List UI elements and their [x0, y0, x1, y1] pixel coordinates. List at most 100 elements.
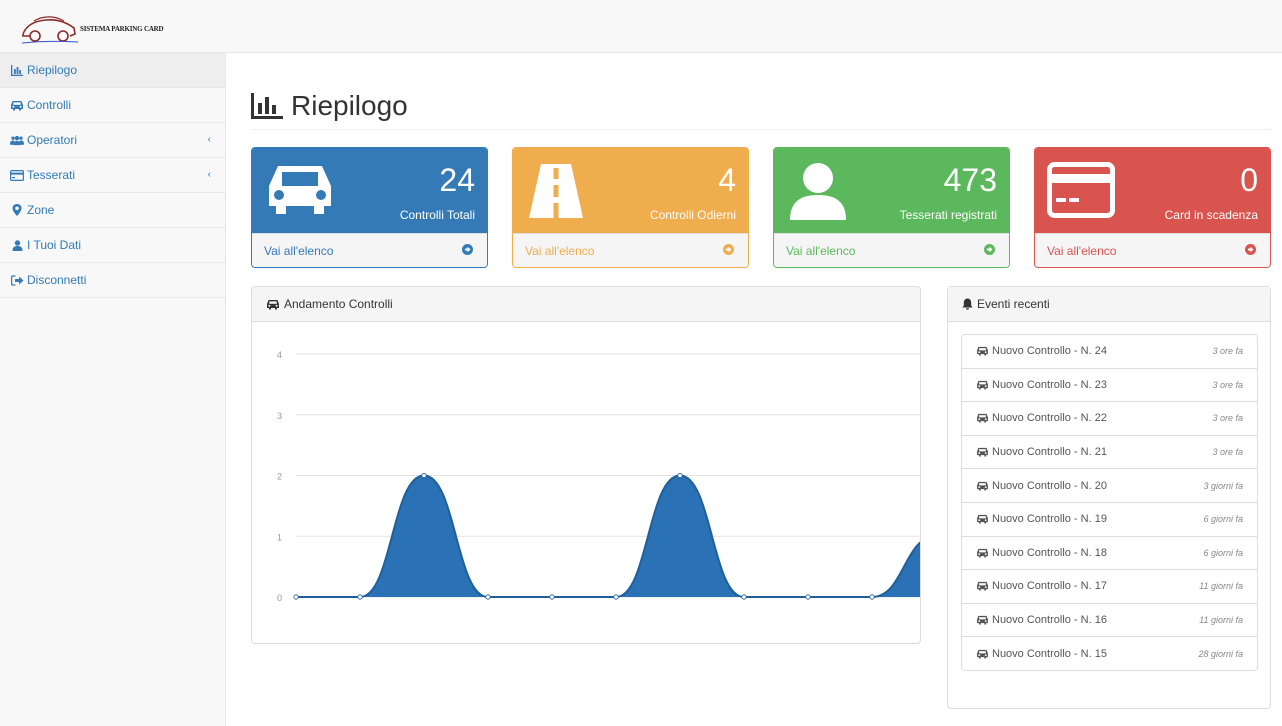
- chart-panel-header: Andamento Controlli: [252, 287, 920, 322]
- brand-logo[interactable]: SISTEMA PARKING CARD: [20, 10, 180, 48]
- stat-card-controlli-odierni: 4 Controlli Odierni Vai all'elenco: [512, 147, 749, 268]
- credit-card-icon: [1047, 162, 1115, 221]
- event-item[interactable]: Nuovo Controllo - N. 24 3 ore fa: [961, 334, 1258, 369]
- arrow-circle-right-icon: [1245, 244, 1256, 258]
- event-time: 3 giorni fa: [1203, 480, 1243, 491]
- stat-card-controlli-totali: 24 Controlli Totali Vai all'elenco: [251, 147, 488, 268]
- car-icon: [977, 548, 988, 558]
- event-label: Nuovo Controllo - N. 23: [976, 379, 1107, 391]
- users-icon: [10, 135, 24, 146]
- car-icon: [977, 582, 988, 591]
- data-point: [613, 594, 619, 600]
- chart-panel: Andamento Controlli 0 1 2 3 4: [251, 286, 921, 644]
- sidebar-item-controlli[interactable]: Controlli: [0, 88, 225, 123]
- event-item[interactable]: Nuovo Controllo - N. 17 11 giorni fa: [961, 569, 1258, 604]
- sidebar-item-label: Controlli: [27, 98, 72, 112]
- event-label: Nuovo Controllo - N. 22: [976, 412, 1107, 424]
- area-chart: 0 1 2 3 4: [277, 350, 920, 603]
- chevron-left-icon[interactable]: ‹: [208, 134, 211, 145]
- arrow-circle-right-icon: [984, 244, 995, 258]
- event-label: Nuovo Controllo - N. 21: [976, 446, 1107, 458]
- page-title: Riepilogo: [251, 90, 408, 122]
- event-item[interactable]: Nuovo Controllo - N. 16 11 giorni fa: [961, 602, 1258, 638]
- arrow-circle-right-icon: [462, 244, 473, 258]
- stat-value: 4: [718, 162, 736, 198]
- event-label-text: Nuovo Controllo - N. 15: [992, 647, 1107, 660]
- stat-label: Card in scadenza: [1164, 208, 1258, 222]
- event-time: 28 giorni fa: [1198, 648, 1243, 659]
- stat-label: Controlli Odierni: [649, 208, 736, 222]
- y-tick-label: 1: [277, 532, 282, 542]
- bell-icon: [962, 298, 973, 310]
- event-time: 3 ore fa: [1212, 447, 1243, 458]
- sidebar-item-disconnetti[interactable]: Disconnetti: [0, 263, 225, 298]
- map-marker-icon: [10, 204, 24, 216]
- view-list-label: Vai all'elenco: [1047, 244, 1117, 258]
- event-item[interactable]: Nuovo Controllo - N. 19 6 giorni fa: [961, 501, 1258, 537]
- event-item[interactable]: Nuovo Controllo - N. 15 28 giorni fa: [961, 636, 1258, 671]
- event-label: Nuovo Controllo - N. 17: [976, 580, 1107, 592]
- car-icon: [977, 615, 988, 625]
- car-icon: [977, 481, 988, 491]
- car-icon: [267, 299, 279, 309]
- y-tick-label: 4: [277, 350, 282, 360]
- stat-value: 0: [1240, 162, 1258, 198]
- events-panel: Eventi recenti Nuovo Controllo - N. 24 3 …: [947, 286, 1271, 709]
- car-icon: [977, 447, 988, 457]
- event-time: 3 ore fa: [1212, 413, 1243, 424]
- view-list-link[interactable]: Vai all'elenco: [1035, 233, 1270, 267]
- sidebar-item-label: Operatori: [27, 133, 78, 147]
- logo-text: SISTEMA PARKING CARD: [80, 25, 164, 33]
- stat-label: Controlli Totali: [399, 208, 475, 222]
- sidebar-item-operatori[interactable]: Operatori ‹: [0, 123, 225, 158]
- stat-label: Tesserati registrati: [899, 208, 997, 222]
- data-point: [677, 472, 683, 479]
- credit-card-icon: [10, 169, 24, 181]
- y-tick-label: 2: [277, 472, 282, 482]
- car-icon: [264, 162, 336, 223]
- sidebar-item-tesserati[interactable]: Tesserati ‹: [0, 158, 225, 193]
- event-time: 3 ore fa: [1212, 346, 1243, 357]
- view-list-link[interactable]: Vai all'elenco: [774, 233, 1009, 267]
- chevron-left-icon[interactable]: ‹: [208, 169, 211, 180]
- car-logo-icon: [21, 16, 78, 44]
- event-time: 11 giorni fa: [1199, 581, 1243, 592]
- stat-value: 24: [439, 162, 475, 198]
- y-tick-label: 0: [277, 593, 282, 603]
- sidebar-item-zone[interactable]: Zone: [0, 193, 225, 228]
- event-label: Nuovo Controllo - N. 18: [976, 547, 1107, 559]
- data-point: [485, 594, 491, 600]
- event-item[interactable]: Nuovo Controllo - N. 22 3 ore fa: [961, 401, 1258, 436]
- data-point: [869, 594, 875, 600]
- car-icon: [977, 414, 988, 424]
- event-time: 6 giorni fa: [1203, 514, 1243, 525]
- event-item[interactable]: Nuovo Controllo - N. 20 3 giorni fa: [961, 468, 1258, 503]
- road-icon: [525, 162, 587, 223]
- event-time: 3 ore fa: [1212, 379, 1243, 390]
- event-item[interactable]: Nuovo Controllo - N. 23 3 ore fa: [961, 367, 1258, 403]
- event-label-text: Nuovo Controllo - N. 23: [992, 378, 1107, 391]
- view-list-link[interactable]: Vai all'elenco: [252, 233, 487, 267]
- sidebar-item-riepilogo[interactable]: Riepilogo: [0, 53, 225, 88]
- event-label: Nuovo Controllo - N. 24: [976, 345, 1107, 357]
- stat-value: 473: [943, 162, 997, 198]
- event-label: Nuovo Controllo - N. 19: [976, 513, 1107, 525]
- sidebar-item-label: Zone: [27, 203, 55, 217]
- data-point: [741, 594, 747, 600]
- page-title-text: Riepilogo: [291, 90, 408, 121]
- stat-card-tesserati-registrati: 473 Tesserati registrati Vai all'elenco: [773, 147, 1010, 268]
- event-item[interactable]: Nuovo Controllo - N. 18 6 giorni fa: [961, 535, 1258, 571]
- car-icon: [10, 100, 24, 111]
- event-label-text: Nuovo Controllo - N. 16: [992, 614, 1107, 627]
- view-list-label: Vai all'elenco: [786, 244, 856, 258]
- view-list-link[interactable]: Vai all'elenco: [513, 233, 748, 267]
- event-item[interactable]: Nuovo Controllo - N. 21 3 ore fa: [961, 434, 1258, 470]
- sidebar-item-i-tuoi-dati[interactable]: I Tuoi Dati: [0, 228, 225, 263]
- bar-chart-icon: [251, 93, 283, 119]
- event-time: 6 giorni fa: [1203, 547, 1243, 558]
- data-point: [293, 594, 299, 600]
- sidebar-item-label: Disconnetti: [27, 273, 87, 287]
- top-navbar: SISTEMA PARKING CARD: [0, 0, 1282, 53]
- car-icon: [977, 380, 988, 390]
- sidebar-item-label: Tesserati: [27, 168, 76, 182]
